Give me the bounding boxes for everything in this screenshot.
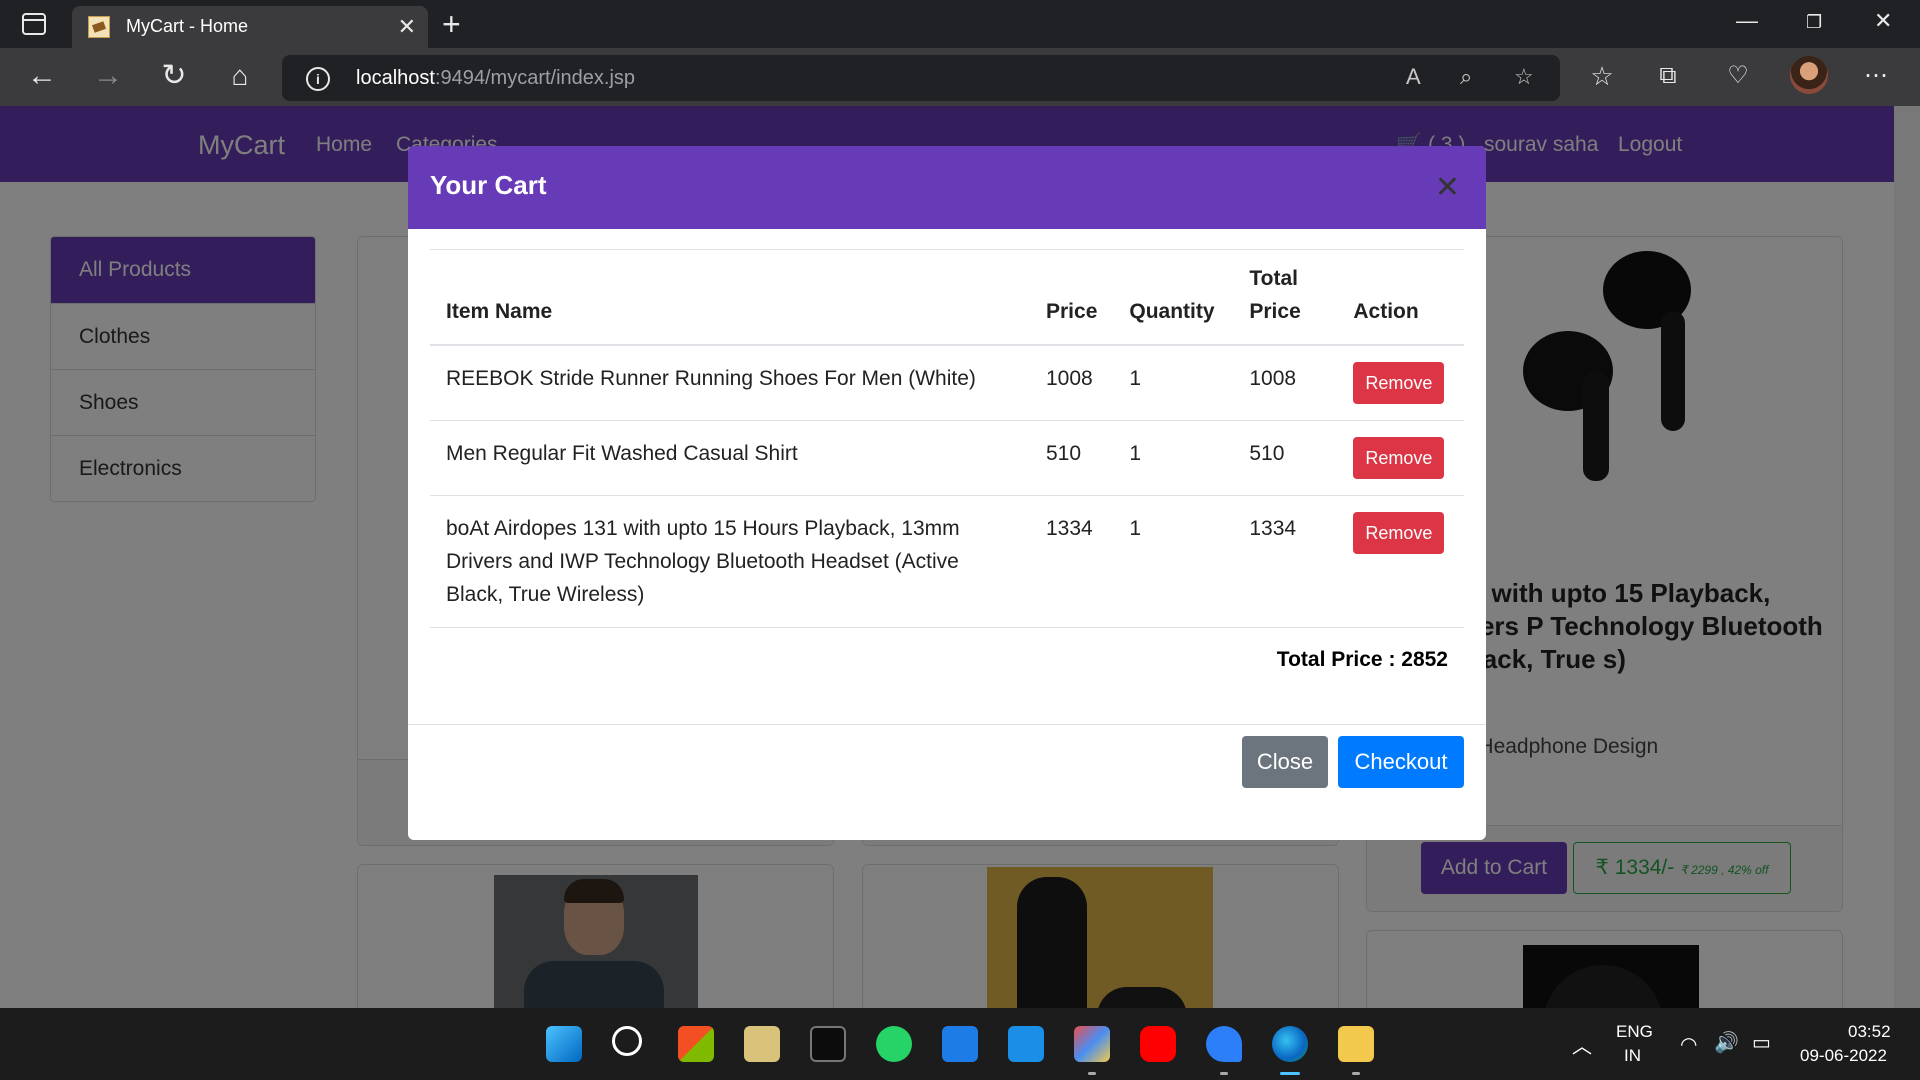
file-explorer-icon[interactable]	[1338, 1026, 1374, 1062]
wifi-icon[interactable]: ◠	[1680, 1032, 1697, 1057]
search-icon[interactable]	[612, 1026, 642, 1056]
table-row: REEBOK Stride Runner Running Shoes For M…	[430, 345, 1464, 421]
site-info-icon[interactable]: i	[306, 67, 330, 91]
cart-total: Total Price : 2852	[1276, 648, 1448, 671]
running-indicator	[1088, 1072, 1096, 1075]
windows-taskbar: ︿ ENG IN ◠ 🔊 ▭ 03:52 09-06-2022	[0, 1008, 1920, 1080]
modal-footer-divider	[408, 724, 1486, 725]
browser-tab[interactable]: MyCart - Home ✕	[72, 6, 428, 48]
item-total: 1334	[1233, 495, 1338, 628]
url-path: :9494/mycart/index.jsp	[434, 67, 636, 89]
item-name: REEBOK Stride Runner Running Shoes For M…	[430, 345, 1030, 421]
remove-button[interactable]: Remove	[1353, 362, 1445, 404]
column-header-item-name: Item Name	[430, 249, 1030, 346]
browser-essentials-icon[interactable]: ♡	[1718, 58, 1758, 98]
close-button[interactable]: Close	[1242, 736, 1328, 788]
new-tab-button[interactable]: +	[442, 6, 461, 43]
modal-title: Your Cart	[430, 170, 547, 200]
remove-button[interactable]: Remove	[1353, 512, 1445, 554]
running-indicator	[1352, 1072, 1360, 1075]
table-row: boAt Airdopes 131 with upto 15 Hours Pla…	[430, 495, 1464, 628]
refresh-icon[interactable]: ↻	[154, 58, 194, 98]
active-indicator	[1280, 1072, 1300, 1075]
home-icon[interactable]: ⌂	[220, 58, 260, 98]
whatsapp-icon[interactable]	[876, 1026, 912, 1062]
running-indicator	[1220, 1072, 1228, 1075]
item-price: 1334	[1030, 495, 1114, 628]
modal-header: Your Cart ✕	[408, 146, 1486, 229]
back-icon[interactable]: ←	[22, 58, 62, 98]
app-arrow-icon[interactable]	[1206, 1026, 1242, 1062]
item-quantity: 1	[1113, 495, 1234, 628]
url-text[interactable]: localhost:9494/mycart/index.jsp	[356, 67, 635, 90]
tab-title: MyCart - Home	[126, 16, 249, 36]
item-quantity: 1	[1113, 420, 1234, 496]
collections-icon[interactable]: ⧉	[1648, 58, 1688, 98]
volume-icon[interactable]: 🔊	[1714, 1030, 1739, 1055]
item-price: 1008	[1030, 345, 1114, 421]
calendar-icon[interactable]	[942, 1026, 978, 1062]
item-total: 510	[1233, 420, 1338, 496]
store-icon[interactable]	[678, 1026, 714, 1062]
column-header-total-price: Total Price	[1233, 249, 1338, 346]
cart-modal: Your Cart ✕ Item Name Price Quantity Tot…	[408, 146, 1486, 840]
item-price: 510	[1030, 420, 1114, 496]
remove-button[interactable]: Remove	[1353, 437, 1445, 479]
column-header-price: Price	[1030, 249, 1114, 346]
checkout-button[interactable]: Checkout	[1338, 736, 1464, 788]
add-favorite-icon[interactable]: ☆	[1514, 64, 1534, 90]
clock-time[interactable]: 03:52	[1848, 1022, 1891, 1042]
profile-avatar[interactable]	[1790, 56, 1828, 94]
forward-icon[interactable]: →	[88, 58, 128, 98]
language-code[interactable]: ENG	[1616, 1022, 1653, 1042]
item-action: Remove	[1337, 495, 1464, 628]
app-cube-icon[interactable]	[1074, 1026, 1110, 1062]
tray-chevron-icon[interactable]: ︿	[1572, 1030, 1592, 1059]
item-quantity: 1	[1113, 345, 1234, 421]
read-aloud-icon[interactable]: A	[1406, 64, 1421, 90]
item-name: Men Regular Fit Washed Casual Shirt	[430, 420, 1030, 496]
column-header-quantity: Quantity	[1113, 249, 1234, 346]
web-page: MyCart Home Categories 🛒 ( 3 ) sourav sa…	[0, 106, 1920, 1008]
clock-date[interactable]: 09-06-2022	[1800, 1046, 1887, 1066]
mail-icon[interactable]	[1008, 1026, 1044, 1062]
modal-footer: Close Checkout	[408, 730, 1486, 788]
language-region[interactable]: IN	[1624, 1046, 1641, 1066]
item-action: Remove	[1337, 420, 1464, 496]
column-header-action: Action	[1337, 249, 1464, 346]
restore-icon[interactable]: ❐	[1806, 12, 1822, 33]
notepad-app-icon[interactable]	[744, 1026, 780, 1062]
item-total: 1008	[1233, 345, 1338, 421]
table-row: Men Regular Fit Washed Casual Shirt 510 …	[430, 420, 1464, 496]
window-close-icon[interactable]: ✕	[1874, 8, 1892, 34]
item-action: Remove	[1337, 345, 1464, 421]
cart-table: Item Name Price Quantity Total Price Act…	[430, 249, 1464, 628]
zoom-icon[interactable]: ⌕	[1460, 64, 1472, 90]
favorites-icon[interactable]: ☆	[1582, 58, 1622, 98]
modal-body: Item Name Price Quantity Total Price Act…	[430, 249, 1464, 672]
more-menu-icon[interactable]: ⋯	[1856, 58, 1896, 98]
minimize-icon[interactable]: —	[1736, 8, 1758, 34]
url-host: localhost	[356, 67, 435, 89]
tab-actions-icon[interactable]	[22, 13, 46, 35]
terminal-icon[interactable]	[810, 1026, 846, 1062]
item-name: boAt Airdopes 131 with upto 15 Hours Pla…	[430, 495, 1030, 628]
address-bar[interactable]: i localhost:9494/mycart/index.jsp A ⌕ ☆	[282, 55, 1560, 101]
tab-close-icon[interactable]: ✕	[398, 14, 416, 40]
site-favicon-icon	[88, 16, 110, 38]
battery-icon[interactable]: ▭	[1752, 1030, 1771, 1055]
youtube-icon[interactable]	[1140, 1026, 1176, 1062]
start-icon[interactable]	[546, 1026, 582, 1062]
browser-tabbar: MyCart - Home ✕ + — ❐ ✕	[0, 0, 1920, 48]
modal-close-icon[interactable]: ✕	[1435, 170, 1460, 205]
browser-toolbar: ← → ↻ ⌂ i localhost:9494/mycart/index.js…	[0, 48, 1920, 106]
edge-icon[interactable]	[1272, 1026, 1308, 1062]
table-header-row: Item Name Price Quantity Total Price Act…	[430, 249, 1464, 346]
